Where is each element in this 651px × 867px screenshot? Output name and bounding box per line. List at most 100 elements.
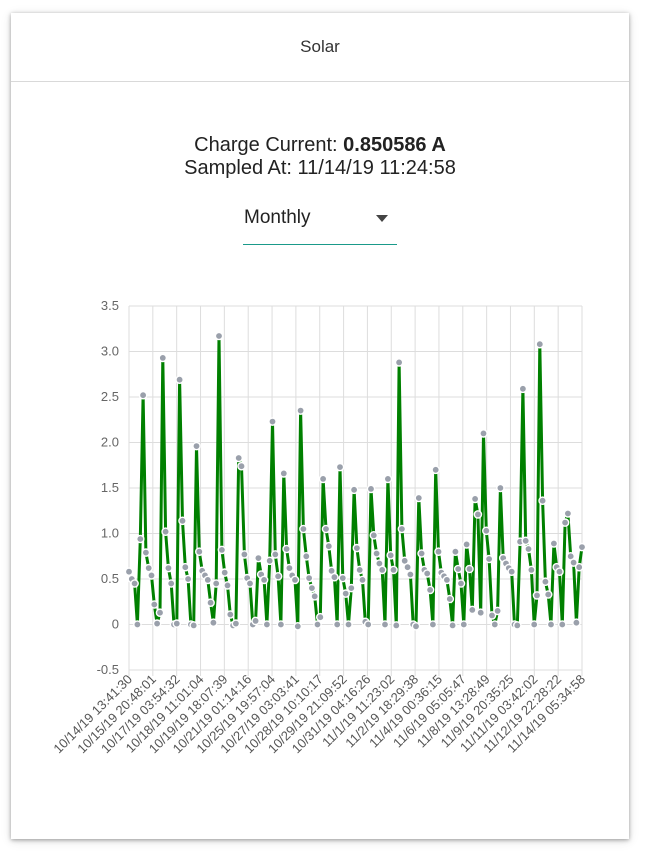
data-point (391, 621, 401, 630)
data-point (372, 549, 381, 558)
data-point (406, 570, 415, 579)
data-point (301, 552, 311, 561)
data-point (225, 610, 235, 619)
data-point (563, 509, 573, 518)
data-point (369, 531, 379, 540)
data-point (529, 620, 539, 629)
data-point (313, 620, 322, 629)
data-point (422, 569, 432, 578)
data-point (279, 469, 289, 478)
data-point (290, 575, 300, 585)
data-point (538, 496, 547, 506)
data-point (211, 579, 221, 588)
data-point (490, 620, 500, 629)
data-point (473, 510, 483, 519)
data-point (467, 605, 477, 615)
data-point (496, 483, 505, 493)
data-point (149, 600, 159, 609)
data-point (470, 494, 480, 504)
data-point (349, 485, 359, 495)
data-point (223, 581, 232, 590)
data-point (451, 547, 460, 557)
data-point (194, 547, 204, 557)
data-point (231, 619, 241, 628)
data-point (268, 417, 277, 426)
data-point (299, 524, 308, 534)
data-point (332, 620, 342, 629)
data-point (172, 619, 182, 628)
data-point (164, 563, 173, 573)
charge-current-chart: -0.500.51.01.52.02.53.03.510/14/19 13:41… (50, 298, 588, 756)
data-point (377, 565, 387, 575)
data-point (346, 583, 356, 593)
data-point (462, 540, 471, 549)
data-point (479, 429, 488, 438)
data-point (411, 622, 421, 631)
data-point (456, 579, 466, 588)
data-point (448, 621, 457, 630)
data-point (245, 579, 255, 588)
data-point (152, 619, 162, 628)
data-point (380, 620, 390, 629)
data-point (476, 608, 486, 618)
data-point (358, 575, 367, 585)
data-point (138, 390, 148, 400)
data-point (512, 621, 522, 630)
data-point (307, 583, 317, 593)
data-point (310, 592, 320, 601)
data-point (577, 542, 587, 552)
y-tick-label: 1.5 (101, 480, 119, 495)
data-point (189, 621, 198, 630)
data-point (262, 620, 272, 629)
data-point (273, 572, 283, 581)
data-point (543, 590, 553, 599)
data-point (397, 524, 407, 534)
data-point (166, 579, 176, 588)
data-point (532, 591, 542, 600)
data-point (521, 536, 531, 546)
data-point (363, 620, 373, 629)
data-point (572, 618, 581, 628)
data-point (270, 550, 280, 559)
data-point (414, 493, 424, 503)
data-point (541, 577, 550, 587)
data-point (214, 331, 224, 341)
data-point (240, 550, 249, 559)
data-point (453, 564, 463, 574)
data-point (546, 620, 556, 629)
data-point (203, 575, 213, 585)
y-tick-label: -0.5 (97, 662, 119, 677)
data-point (304, 573, 314, 583)
data-point (183, 574, 193, 584)
data-point (507, 567, 517, 577)
data-point (251, 616, 260, 626)
data-point (484, 554, 494, 564)
data-point (518, 384, 528, 394)
data-point (403, 562, 412, 572)
data-point (445, 594, 455, 604)
data-point (335, 462, 345, 472)
solar-card: Solar Charge Current: 0.850586 A Sampled… (11, 13, 629, 839)
data-point (558, 620, 567, 629)
data-point (383, 474, 393, 484)
data-point (285, 563, 294, 573)
data-point (560, 518, 570, 527)
data-point (133, 620, 142, 629)
data-point (206, 598, 215, 608)
data-point (355, 565, 365, 575)
data-point (265, 556, 275, 566)
data-point (141, 548, 151, 557)
data-point (124, 567, 134, 577)
data-point (324, 541, 334, 551)
data-point (434, 547, 443, 557)
data-point (394, 358, 404, 367)
data-point (209, 618, 218, 628)
data-point (161, 527, 170, 537)
data-point (431, 465, 441, 475)
y-tick-label: 0 (112, 617, 119, 632)
data-point (535, 339, 545, 349)
data-point (428, 620, 438, 629)
data-point (524, 544, 533, 554)
data-point (442, 575, 452, 585)
data-point (481, 526, 491, 536)
